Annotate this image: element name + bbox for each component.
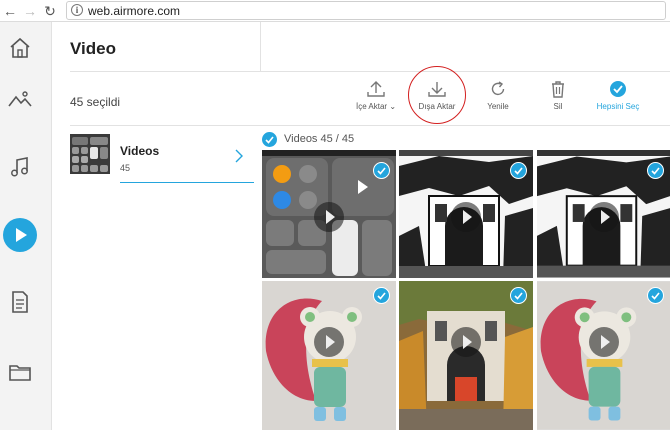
header-divider <box>260 22 261 72</box>
toolbar-divider <box>70 125 670 126</box>
album-underline <box>120 182 254 183</box>
select-all-button[interactable]: Hepsini Seç <box>586 79 650 119</box>
trash-icon <box>552 81 564 98</box>
play-icon[interactable] <box>451 202 481 232</box>
import-label: İçe Aktar <box>355 102 388 111</box>
selected-check-icon[interactable] <box>647 287 664 304</box>
video-icon <box>16 228 27 242</box>
home-icon[interactable] <box>8 36 32 60</box>
play-icon[interactable] <box>589 327 619 357</box>
check-circle-icon <box>610 81 626 97</box>
url-text[interactable]: web.airmore.com <box>88 3 180 19</box>
refresh-icon <box>491 81 505 96</box>
upload-icon <box>367 81 385 97</box>
chevron-down-icon: ⌄ <box>389 102 397 111</box>
forward-icon[interactable]: → <box>22 2 38 20</box>
selected-check-icon[interactable] <box>510 162 527 179</box>
documents-icon[interactable] <box>8 290 32 314</box>
grid-select-all-check[interactable] <box>262 132 277 147</box>
delete-button[interactable]: Sil <box>526 79 590 119</box>
site-info-icon[interactable]: i <box>71 4 83 16</box>
album-thumbnail <box>70 134 110 174</box>
play-icon[interactable] <box>589 202 619 232</box>
reload-icon[interactable]: ↻ <box>42 2 58 20</box>
page-title: Video <box>70 39 116 58</box>
sidebar <box>0 22 52 430</box>
album-item-videos[interactable]: Videos 45 <box>70 134 254 186</box>
video-thumbnail[interactable] <box>537 156 670 278</box>
selected-check-icon[interactable] <box>373 287 390 304</box>
highlight-ring <box>408 66 466 124</box>
video-nav-button[interactable] <box>3 218 37 252</box>
photos-icon[interactable] <box>8 88 32 112</box>
selected-check-icon[interactable] <box>373 162 390 179</box>
refresh-button[interactable]: Yenile <box>466 79 530 119</box>
select-all-label: Hepsini Seç <box>596 102 640 111</box>
import-button[interactable]: İçe Aktar ⌄ <box>344 79 408 119</box>
back-icon[interactable]: ← <box>2 2 18 20</box>
play-icon[interactable] <box>314 327 344 357</box>
album-count: 45 <box>120 163 131 173</box>
selected-check-icon[interactable] <box>647 162 664 179</box>
music-icon[interactable] <box>8 155 32 179</box>
video-thumbnail[interactable] <box>537 281 670 430</box>
album-name: Videos <box>120 144 160 158</box>
grid-title: Videos 45 / 45 <box>284 133 355 145</box>
browser-bar: ← → ↻ i web.airmore.com <box>0 0 670 22</box>
video-thumbnail[interactable] <box>262 281 396 430</box>
header-divider-line <box>70 71 670 72</box>
play-icon[interactable] <box>451 327 481 357</box>
video-thumbnail[interactable] <box>399 156 533 278</box>
video-thumbnail[interactable] <box>399 281 533 430</box>
selected-count: 45 seçildi <box>70 95 121 109</box>
play-icon[interactable] <box>314 202 344 232</box>
main-panel: Video 45 seçildi İçe Aktar ⌄ Dışa Aktar … <box>52 22 670 430</box>
selected-check-icon[interactable] <box>510 287 527 304</box>
refresh-label: Yenile <box>487 102 509 111</box>
delete-label: Sil <box>553 102 563 111</box>
address-bar[interactable]: i web.airmore.com <box>66 1 666 20</box>
folder-icon[interactable] <box>8 360 32 384</box>
chevron-right-icon <box>235 149 243 163</box>
video-thumbnail[interactable] <box>262 156 396 278</box>
